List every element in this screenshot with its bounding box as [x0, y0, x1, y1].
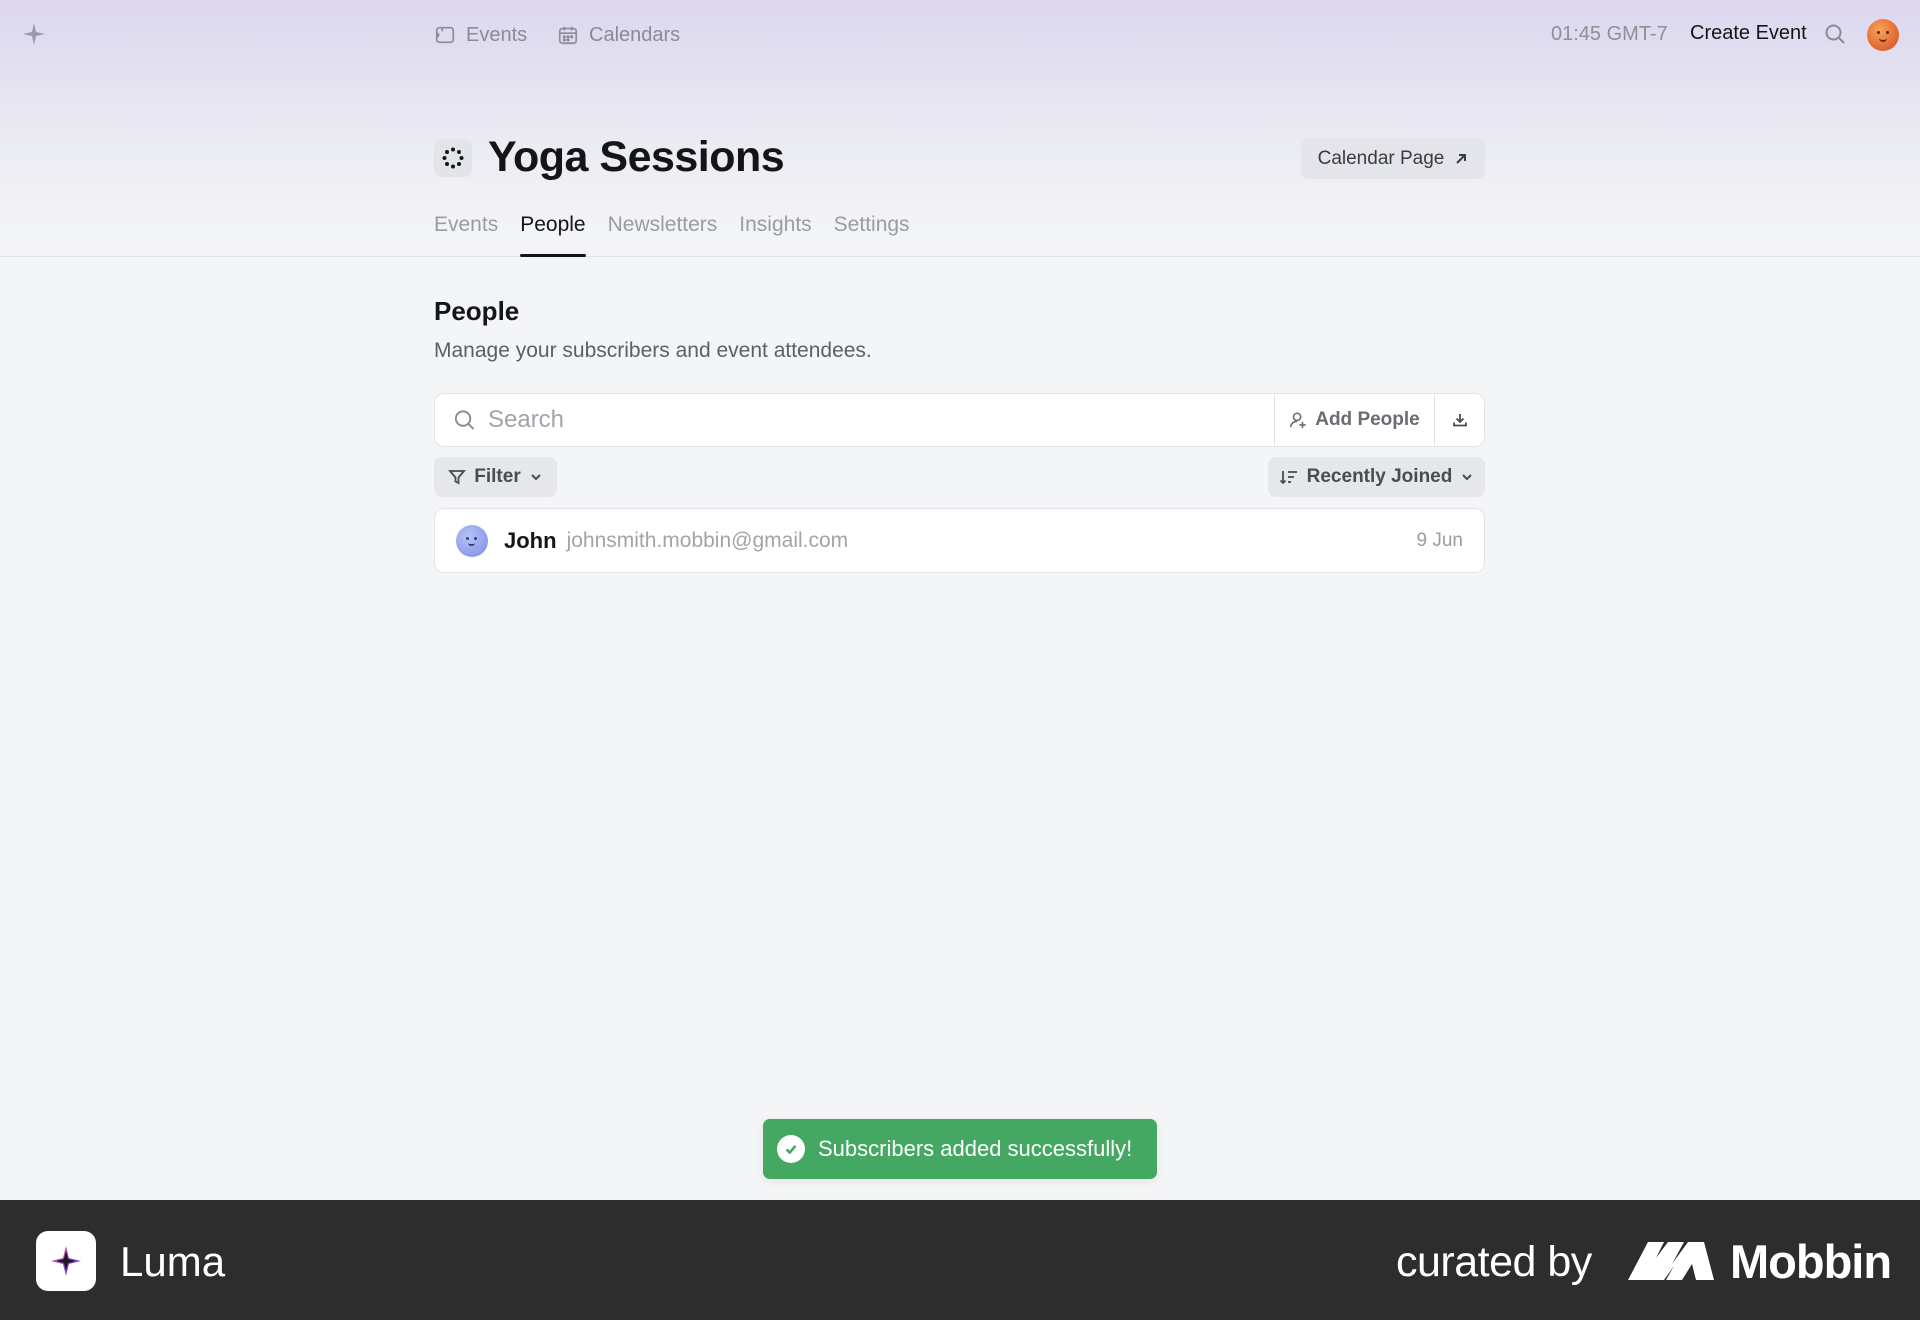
tab-settings[interactable]: Settings [834, 213, 910, 257]
check-circle-icon [777, 1135, 805, 1163]
add-people-button[interactable]: Add People [1274, 394, 1434, 446]
chevron-down-icon [1462, 474, 1473, 481]
person-name: John [504, 527, 557, 553]
sort-button[interactable]: Recently Joined [1268, 457, 1485, 497]
luma-app-icon [36, 1231, 96, 1291]
sort-icon [1279, 471, 1297, 485]
filter-icon [448, 470, 467, 485]
footer-banner: Luma curated by Mobbin [0, 1200, 1920, 1320]
avatar-eye [1886, 31, 1889, 34]
add-user-icon [1290, 412, 1306, 429]
sort-label: Recently Joined [1306, 466, 1453, 487]
nav-events-label: Events [466, 23, 528, 46]
dots-circle-icon [442, 147, 464, 169]
page-title: Yoga Sessions [488, 133, 785, 181]
person-email: johnsmith.mobbin@gmail.com [566, 528, 849, 552]
avatar-eye [474, 536, 477, 540]
download-icon [1452, 414, 1467, 427]
add-people-label: Add People [1315, 409, 1420, 430]
chevron-down-icon [531, 474, 541, 481]
calendar-avatar [434, 139, 472, 177]
calendar-page-button[interactable]: Calendar Page [1301, 138, 1485, 179]
ticket-icon [435, 26, 455, 44]
section-title: People [434, 296, 520, 326]
filter-label: Filter [474, 466, 521, 487]
calendar-page-label: Calendar Page [1317, 147, 1445, 169]
tab-events[interactable]: Events [434, 213, 498, 257]
search-input-wrap [435, 394, 1274, 446]
list-item[interactable]: John johnsmith.mobbin@gmail.com 9 Jun [434, 508, 1485, 573]
calendar-icon [558, 26, 578, 45]
avatar-eye [1877, 31, 1880, 34]
nav-calendars-label: Calendars [589, 23, 681, 46]
create-event-link[interactable]: Create Event [1690, 22, 1807, 45]
toast-message: Subscribers added successfully! [818, 1136, 1133, 1161]
tab-newsletters[interactable]: Newsletters [608, 213, 718, 257]
avatar-mouth [468, 543, 475, 546]
search-icon[interactable] [1823, 22, 1847, 46]
mobbin-logo-icon [1628, 1242, 1714, 1280]
current-time: 01:45 GMT-7 [1551, 23, 1668, 45]
app-name: Luma [120, 1238, 226, 1285]
success-toast: Subscribers added successfully! [763, 1119, 1157, 1179]
user-avatar[interactable] [1867, 19, 1899, 51]
avatar-eye [466, 536, 469, 540]
filter-button[interactable]: Filter [434, 457, 557, 497]
curated-by-text: curated by [1396, 1238, 1592, 1286]
tab-people[interactable]: People [520, 213, 586, 257]
avatar [456, 524, 488, 557]
luma-logo-icon [51, 1246, 81, 1276]
search-icon [454, 410, 475, 430]
search-input[interactable] [487, 406, 1274, 434]
section-subtitle: Manage your subscribers and event attend… [434, 339, 872, 362]
mobbin-brand-text: Mobbin [1730, 1235, 1892, 1288]
tab-insights[interactable]: Insights [739, 213, 811, 257]
nav-events[interactable]: Events [434, 22, 527, 48]
check-icon [785, 1144, 797, 1155]
luma-star-icon[interactable] [22, 22, 46, 46]
arrow-up-right-icon [1456, 153, 1467, 164]
person-joined-date: 9 Jun [1416, 529, 1463, 551]
avatar-mouth [1879, 38, 1887, 42]
top-nav: Events Calendars 01:45 GMT-7 Create Even… [0, 0, 1920, 70]
nav-calendars[interactable]: Calendars [557, 22, 680, 48]
calendar-tabs: Events People Newsletters Insights Setti… [434, 213, 910, 257]
people-search-bar: Add People [434, 393, 1485, 447]
download-button[interactable] [1434, 394, 1484, 446]
